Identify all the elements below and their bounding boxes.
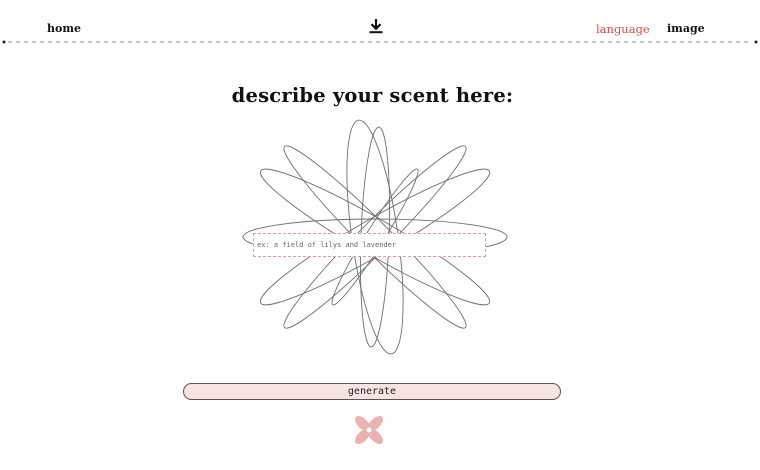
nav-home-link[interactable]: home bbox=[47, 22, 81, 35]
scent-description-input[interactable] bbox=[253, 233, 486, 257]
nav-language-link[interactable]: language bbox=[596, 22, 650, 36]
nav-image-link[interactable]: image bbox=[667, 22, 705, 35]
top-nav: home language image bbox=[0, 0, 760, 46]
generate-button[interactable]: generate bbox=[183, 383, 561, 400]
page: home language image describe your scent … bbox=[0, 0, 760, 470]
download-icon[interactable] bbox=[368, 18, 384, 34]
blossom-icon bbox=[355, 416, 383, 444]
nav-divider bbox=[2, 40, 758, 44]
page-title: describe your scent here: bbox=[231, 84, 514, 107]
